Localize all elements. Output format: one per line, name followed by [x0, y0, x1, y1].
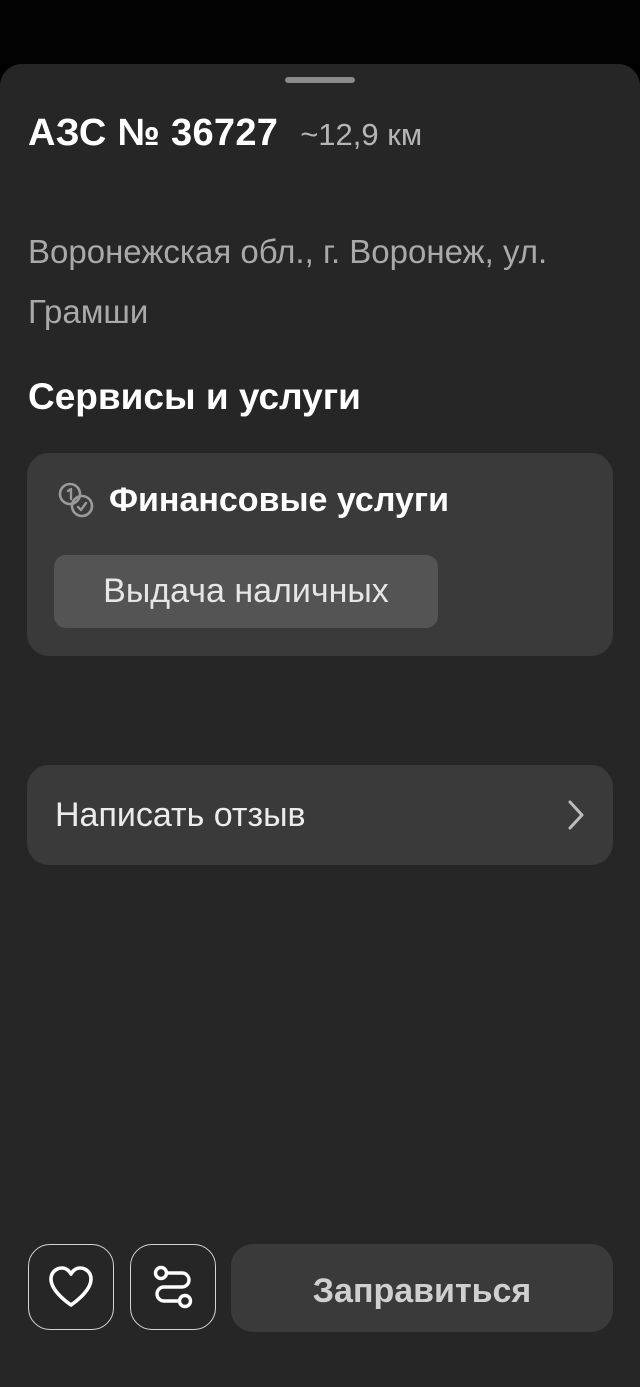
services-group-header: Финансовые услуги	[55, 479, 449, 521]
services-group-title: Финансовые услуги	[109, 480, 449, 519]
service-chip-cash-withdrawal: Выдача наличных	[54, 555, 438, 628]
heart-icon	[49, 1266, 93, 1307]
write-review-button[interactable]: Написать отзыв	[27, 765, 613, 865]
station-header: АЗС № 36727 ~12,9 км	[28, 112, 422, 162]
station-distance: ~12,9 км	[300, 117, 423, 152]
sheet-drag-handle[interactable]	[285, 77, 355, 83]
chevron-right-icon	[568, 800, 584, 830]
status-bar-area	[0, 0, 640, 64]
station-title: АЗС № 36727	[28, 112, 279, 154]
refuel-button[interactable]: Заправиться	[231, 1244, 613, 1332]
route-icon	[153, 1265, 193, 1309]
coins-icon	[58, 482, 94, 518]
write-review-label: Написать отзыв	[55, 796, 306, 834]
services-section-title: Сервисы и услуги	[28, 376, 361, 417]
station-bottom-sheet: АЗС № 36727 ~12,9 км Воронежская обл., г…	[0, 64, 640, 1387]
services-card-financial: Финансовые услуги Выдача наличных	[27, 453, 613, 656]
route-button[interactable]	[130, 1244, 216, 1330]
station-address: Воронежская обл., г. Воронеж, ул. Грамши	[28, 233, 548, 330]
favorite-button[interactable]	[28, 1244, 114, 1330]
refuel-button-label: Заправиться	[312, 1272, 532, 1310]
